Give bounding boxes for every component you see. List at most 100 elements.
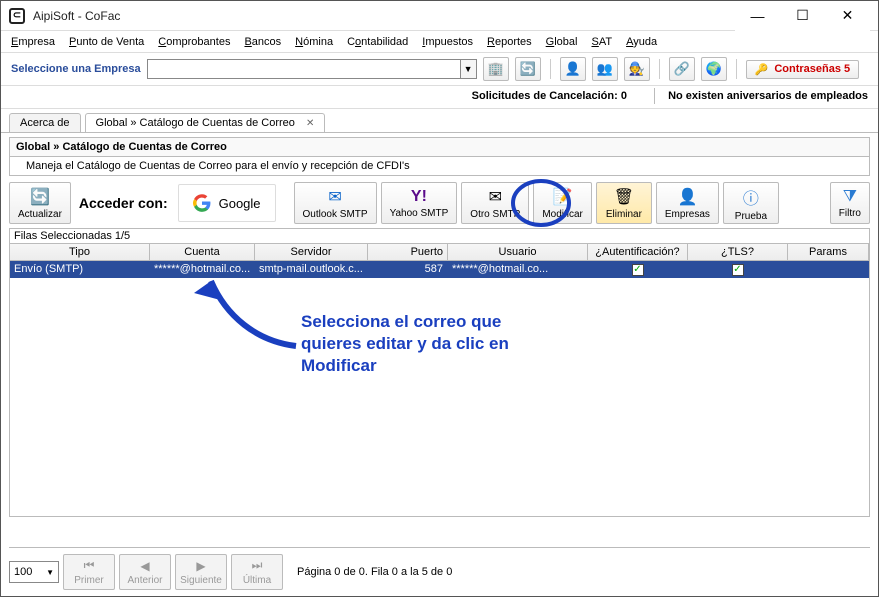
eliminar-button[interactable]: 🗑 Eliminar xyxy=(596,182,652,224)
menu-punto-de-venta[interactable]: Punto de Venta xyxy=(69,36,144,48)
annotation-line: quieres editar y da clic en xyxy=(301,333,509,355)
empresas-button[interactable]: 👤 Empresas xyxy=(656,182,719,224)
col-params[interactable]: Params xyxy=(788,244,869,261)
cell-params xyxy=(788,261,869,278)
close-button[interactable]: ✕ xyxy=(825,1,870,31)
btn-label: Outlook SMTP xyxy=(303,209,368,220)
modificar-button[interactable]: 📝 Modificar xyxy=(533,182,592,224)
empresa-combo[interactable]: ▼ xyxy=(147,59,477,79)
user-icon[interactable]: 👤 xyxy=(560,57,586,81)
user-gear-icon[interactable]: 🧑‍🔧 xyxy=(624,57,650,81)
cell-tls: ✓ xyxy=(688,261,788,278)
contrasenas-button[interactable]: 🔑 Contraseñas 5 xyxy=(746,60,860,79)
annotation-text: Selecciona el correo que quieres editar … xyxy=(301,311,509,377)
empresa-toolbar: Seleccione una Empresa ▼ 🏢 🔄 👤 👥 🧑‍🔧 🔗 🌍… xyxy=(1,53,878,86)
prev-page-button[interactable]: ◀ Anterior xyxy=(119,554,171,590)
prev-icon: ◀ xyxy=(140,559,149,573)
footer-pagination: 100 ▼ ⏮ Primer ◀ Anterior ▶ Siguiente ⏭ … xyxy=(9,547,870,590)
actualizar-button[interactable]: 🔄 Actualizar xyxy=(9,182,71,224)
menu-reportes[interactable]: Reportes xyxy=(487,36,532,48)
section-title: Global » Catálogo de Cuentas de Correo xyxy=(9,137,870,156)
first-icon: ⏮ xyxy=(84,558,95,573)
minimize-button[interactable]: — xyxy=(735,1,780,31)
next-page-button[interactable]: ▶ Siguiente xyxy=(175,554,227,590)
edit-icon: 📝 xyxy=(553,187,573,207)
building-icon[interactable]: 🏢 xyxy=(483,57,509,81)
cell-cuenta: ******@hotmail.co... xyxy=(150,261,255,278)
btn-label: Otro SMTP xyxy=(470,209,520,220)
col-cuenta[interactable]: Cuenta xyxy=(150,244,255,261)
col-puerto[interactable]: Puerto xyxy=(368,244,448,261)
delete-icon: 🗑 xyxy=(614,187,634,207)
btn-label: Actualizar xyxy=(18,209,62,220)
chevron-down-icon: ▼ xyxy=(460,60,476,78)
page-size-select[interactable]: 100 ▼ xyxy=(9,561,59,583)
link-icon[interactable]: 🔗 xyxy=(669,57,695,81)
btn-label: Filtro xyxy=(839,208,861,219)
col-tls[interactable]: ¿TLS? xyxy=(688,244,788,261)
cell-servidor: smtp-mail.outlook.c... xyxy=(255,261,368,278)
refresh-icon[interactable]: 🔄 xyxy=(515,57,541,81)
page-info-label: Página 0 de 0. Fila 0 a la 5 de 0 xyxy=(297,566,452,578)
mail-icon: ✉ xyxy=(489,187,502,207)
status-line: Solicitudes de Cancelación: 0 No existen… xyxy=(1,86,878,109)
filtro-button[interactable]: ⧩ Filtro xyxy=(830,182,870,224)
menu-bancos[interactable]: Bancos xyxy=(244,36,281,48)
next-icon: ▶ xyxy=(196,559,205,573)
menu-contabilidad[interactable]: Contabilidad xyxy=(347,36,408,48)
btn-label: Google xyxy=(219,196,261,211)
table-row[interactable]: Envío (SMTP) ******@hotmail.co... smtp-m… xyxy=(10,261,869,278)
otro-smtp-button[interactable]: ✉ Otro SMTP xyxy=(461,182,529,224)
cell-auth: ✓ xyxy=(588,261,688,278)
page-size-value: 100 xyxy=(14,566,32,578)
section-desc: Maneja el Catálogo de Cuentas de Correo … xyxy=(9,156,870,176)
tab-catalogo-correo[interactable]: Global » Catálogo de Cuentas de Correo ✕ xyxy=(85,113,326,132)
yahoo-smtp-button[interactable]: Y! Yahoo SMTP xyxy=(381,182,458,224)
menu-nomina[interactable]: Nómina xyxy=(295,36,333,48)
menu-comprobantes[interactable]: Comprobantes xyxy=(158,36,230,48)
maximize-button[interactable]: ☐ xyxy=(780,1,825,31)
google-icon xyxy=(193,194,211,212)
btn-label: Anterior xyxy=(127,575,162,586)
menu-impuestos[interactable]: Impuestos xyxy=(422,36,473,48)
btn-label: Modificar xyxy=(542,209,583,220)
first-page-button[interactable]: ⏮ Primer xyxy=(63,554,115,590)
solicitudes-count: 0 xyxy=(621,90,627,102)
google-button[interactable]: Google xyxy=(178,184,276,222)
info-icon: ⓘ xyxy=(743,185,759,209)
menu-sat[interactable]: SAT xyxy=(591,36,612,48)
grid-selection-info: Filas Seleccionadas 1/5 xyxy=(10,229,869,244)
key-icon: 🔑 xyxy=(755,63,769,76)
user-icon: 👤 xyxy=(677,187,697,207)
menu-bar: Empresa Punto de Venta Comprobantes Banc… xyxy=(1,31,878,53)
grid-header: Tipo Cuenta Servidor Puerto Usuario ¿Aut… xyxy=(10,244,869,261)
tab-acerca-de[interactable]: Acerca de xyxy=(9,113,81,132)
checkmark-icon: ✓ xyxy=(632,264,644,276)
action-toolbar: 🔄 Actualizar Acceder con: Google ✉ Outlo… xyxy=(9,182,870,224)
app-logo-icon: ⊂ xyxy=(9,8,25,24)
chevron-down-icon: ▼ xyxy=(46,568,54,577)
users-icon[interactable]: 👥 xyxy=(592,57,618,81)
tab-strip: Acerca de Global » Catálogo de Cuentas d… xyxy=(1,109,878,133)
prueba-button[interactable]: ⓘ Prueba xyxy=(723,182,779,224)
menu-global[interactable]: Global xyxy=(546,36,578,48)
menu-ayuda[interactable]: Ayuda xyxy=(626,36,657,48)
last-page-button[interactable]: ⏭ Última xyxy=(231,554,283,590)
tab-close-icon[interactable]: ✕ xyxy=(306,118,314,129)
col-servidor[interactable]: Servidor xyxy=(255,244,368,261)
window-title: AipiSoft - CoFac xyxy=(33,9,120,23)
annotation-line: Modificar xyxy=(301,355,509,377)
yahoo-icon: Y! xyxy=(411,188,427,206)
btn-label: Última xyxy=(243,575,271,586)
col-tipo[interactable]: Tipo xyxy=(10,244,150,261)
btn-label: Primer xyxy=(74,575,103,586)
aniversarios-label: No existen aniversarios de empleados xyxy=(668,90,868,102)
outlook-smtp-button[interactable]: ✉ Outlook SMTP xyxy=(294,182,377,224)
col-auth[interactable]: ¿Autentificación? xyxy=(588,244,688,261)
menu-empresa[interactable]: Empresa xyxy=(11,36,55,48)
last-icon: ⏭ xyxy=(252,558,263,573)
earth-icon[interactable]: 🌍 xyxy=(701,57,727,81)
outlook-icon: ✉ xyxy=(328,187,341,207)
col-usuario[interactable]: Usuario xyxy=(448,244,588,261)
cell-usuario: ******@hotmail.co... xyxy=(448,261,588,278)
